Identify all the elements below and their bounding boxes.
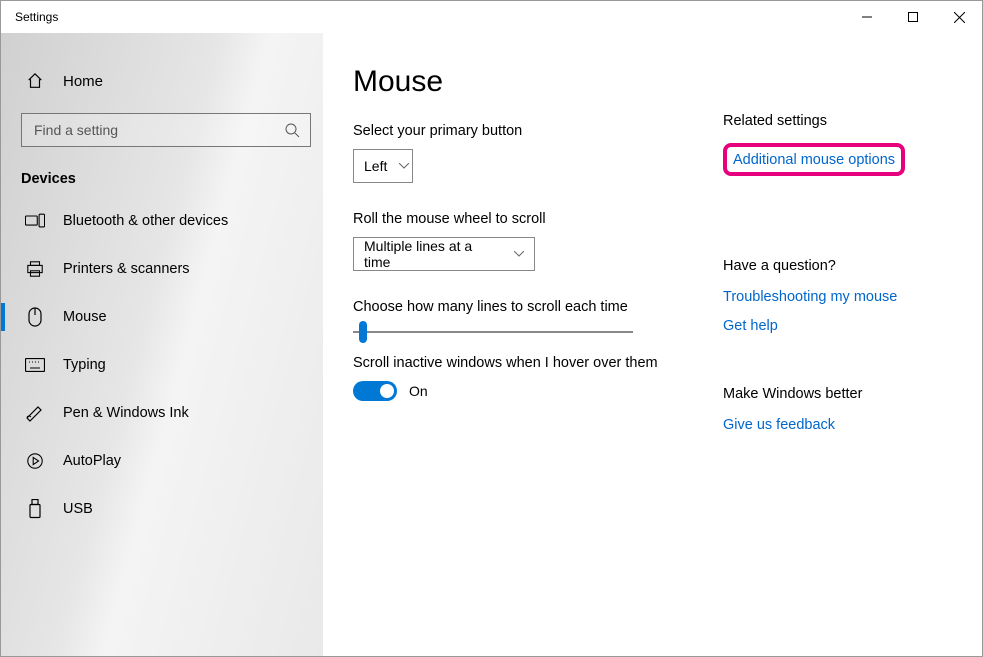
additional-mouse-options-link[interactable]: Additional mouse options [733,152,895,168]
search-icon [284,122,300,138]
sidebar-item-mouse[interactable]: Mouse [1,293,323,341]
dropdown-value: Left [364,158,387,174]
mouse-icon [25,307,45,327]
page-title: Mouse [353,65,713,99]
chevron-down-icon [514,251,524,257]
dropdown-value: Multiple lines at a time [364,238,502,270]
toggle-state: On [409,383,428,399]
slider-thumb[interactable] [359,321,367,343]
right-column: Related settings Additional mouse option… [713,65,905,656]
highlight-annotation: Additional mouse options [723,143,905,176]
pen-icon [25,403,45,423]
troubleshoot-link[interactable]: Troubleshooting my mouse [723,289,897,305]
sidebar-item-label: Typing [63,357,106,373]
devices-icon [25,211,45,231]
feedback-link[interactable]: Give us feedback [723,417,835,433]
sidebar-item-label: AutoPlay [63,453,121,469]
chevron-down-icon [399,163,409,169]
minimize-button[interactable] [844,1,890,33]
minimize-icon [862,12,872,22]
sidebar-item-usb[interactable]: USB [1,485,323,533]
inactive-windows-label: Scroll inactive windows when I hover ove… [353,355,713,371]
keyboard-icon [25,355,45,375]
sidebar-item-label: USB [63,501,93,517]
maximize-button[interactable] [890,1,936,33]
printer-icon [25,259,45,279]
autoplay-icon [25,451,45,471]
close-button[interactable] [936,1,982,33]
primary-button-label: Select your primary button [353,123,713,139]
wheel-scroll-label: Roll the mouse wheel to scroll [353,211,713,227]
related-settings-title: Related settings [723,113,905,129]
close-icon [954,12,965,23]
sidebar-item-bluetooth[interactable]: Bluetooth & other devices [1,197,323,245]
sidebar-item-label: Bluetooth & other devices [63,213,228,229]
section-header: Devices [1,153,323,197]
lines-scroll-label: Choose how many lines to scroll each tim… [353,299,713,315]
get-help-link[interactable]: Get help [723,318,778,334]
search-input[interactable] [21,113,311,147]
maximize-icon [908,12,918,22]
sidebar-item-autoplay[interactable]: AutoPlay [1,437,323,485]
usb-icon [25,499,45,519]
inactive-windows-toggle[interactable] [353,381,397,401]
sidebar-item-label: Printers & scanners [63,261,190,277]
home-icon [25,71,45,91]
titlebar: Settings [1,1,982,33]
home-button[interactable]: Home [1,61,323,101]
content-area: Mouse Select your primary button Left Ro… [353,65,713,656]
question-title: Have a question? [723,258,905,274]
search-field[interactable] [32,121,284,139]
sidebar-item-printers[interactable]: Printers & scanners [1,245,323,293]
better-title: Make Windows better [723,386,905,402]
wheel-scroll-dropdown[interactable]: Multiple lines at a time [353,237,535,271]
sidebar: Home Devices Bluetooth & other devices P… [1,33,323,656]
window-title: Settings [1,10,58,24]
sidebar-item-typing[interactable]: Typing [1,341,323,389]
sidebar-item-label: Pen & Windows Ink [63,405,189,421]
lines-scroll-slider[interactable] [353,331,633,333]
primary-button-dropdown[interactable]: Left [353,149,413,183]
sidebar-item-label: Mouse [63,309,107,325]
home-label: Home [63,73,103,90]
sidebar-item-pen[interactable]: Pen & Windows Ink [1,389,323,437]
